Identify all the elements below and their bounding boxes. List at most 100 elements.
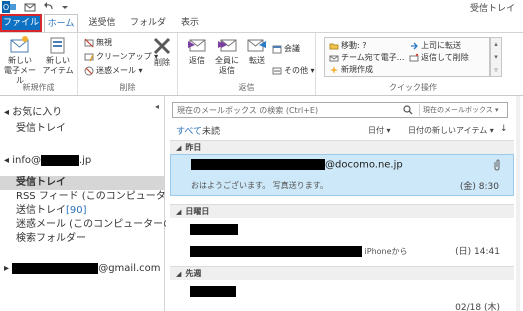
junk-icon (84, 66, 94, 75)
folder-move-icon (329, 43, 339, 49)
forward-to-manager-icon (411, 42, 418, 49)
forward-button[interactable]: 転送 (244, 35, 270, 66)
message-sender-domain: @docomo.ne.jp (325, 159, 403, 171)
sort-order-dropdown[interactable]: 日付の新しいアイテム ▾ (408, 125, 494, 136)
expand-triangle-icon: ▸ (4, 263, 13, 274)
collapse-triangle-icon: ◢ (176, 144, 182, 152)
message-list-pane: 現在のメールボックス ▾ すべて 未読 日付 ▾ 日付の新しいアイテム ▾ ↓ … (166, 96, 520, 311)
undo-icon[interactable] (43, 1, 55, 13)
new-email-button[interactable]: 新しい 電子メール (2, 35, 38, 86)
reply-icon (188, 39, 206, 52)
tab-folder[interactable]: フォルダー (126, 14, 170, 46)
filter-bar: すべて 未読 日付 ▾ 日付の新しいアイテム ▾ ↓ (172, 124, 512, 138)
delete-button[interactable]: 削除 (148, 35, 176, 68)
expand-triangle-icon: ◂ (4, 107, 13, 118)
folder-outbox-count: [90] (66, 205, 87, 216)
ribbon: 新しい 電子メール 新しい アイテム 新規作成 無視 クリーンアップ ▾ 迷惑メ… (0, 32, 523, 96)
folder-pane: ◂ ◂ お気に入り 受信トレイ ◂ info@ .jp 受信トレイ RSS フィー… (0, 96, 200, 311)
folder-junk[interactable]: 迷惑メール (このコンピューターのみ) (16, 218, 187, 232)
quick-steps-gallery: 移動: ? チーム宛て電子... 新規作成 上司に転送 返信して削除 ▴ ▾ ▿ (324, 37, 502, 77)
junk-button[interactable]: 迷惑メール ▾ (84, 65, 143, 77)
new-items-button[interactable]: 新しい アイテム (40, 35, 76, 76)
group-label-respond: 返信 (238, 83, 255, 92)
search-icon[interactable] (403, 105, 413, 118)
forward-label: 転送 (249, 56, 265, 65)
junk-dropdown-icon: ▾ (136, 66, 143, 75)
outlook-logo-icon: O (2, 1, 16, 13)
folder-outbox-label: 送信トレイ (16, 205, 66, 216)
favorites-inbox[interactable]: 受信トレイ (16, 122, 66, 136)
message-list-scrollbar[interactable] (516, 96, 520, 311)
message-date: 02/18 (木) (455, 303, 500, 311)
send-receive-all-icon[interactable] (24, 1, 36, 13)
quick-step-to-manager[interactable]: 上司に転送 (409, 40, 461, 52)
quick-access-dropdown-icon[interactable] (60, 1, 70, 13)
tab-view[interactable]: 表示 (174, 14, 206, 32)
cleanup-icon (84, 53, 94, 61)
account-info-prefix: info@ (12, 155, 41, 166)
chevron-down-icon: ▾ (384, 126, 391, 135)
collapse-pane-icon[interactable]: ◂ (155, 102, 159, 111)
quick-step-new-label: 新規作成 (341, 65, 373, 74)
message-item[interactable]: iPhoneから (日) 14:41 (170, 218, 514, 262)
tab-send-receive[interactable]: 送受信 (82, 14, 122, 32)
group-label-delete: 削除 (119, 83, 136, 92)
quick-step-reply-delete-label: 返信して削除 (421, 53, 469, 62)
more-respond-dropdown-icon: ▾ (308, 66, 315, 75)
title-bar: O 受信トレイ (0, 0, 523, 14)
group-lastweek-label: 先週 (185, 269, 202, 278)
folder-outbox[interactable]: 送信トレイ[90] (16, 204, 87, 218)
ignore-button[interactable]: 無視 (84, 37, 112, 49)
favorites-label: お気に入り (12, 107, 63, 118)
filter-all-tab[interactable]: すべて (176, 124, 202, 137)
quick-step-create-new[interactable]: 新規作成 (329, 64, 373, 76)
group-header-yesterday[interactable]: ◢ 昨日 (170, 140, 514, 154)
reply-all-button[interactable]: 全員に 返信 (212, 35, 242, 76)
account-gmail-suffix: @gmail.com (98, 263, 161, 274)
message-item[interactable]: 02/18 (木) (170, 280, 514, 311)
message-preview-text: iPhoneから (364, 247, 408, 256)
new-email-icon (10, 36, 29, 53)
meeting-label: 会議 (284, 44, 300, 53)
expand-triangle-icon: ◂ (4, 155, 13, 166)
redacted-text (190, 286, 236, 297)
folder-inbox[interactable]: 受信トレイ (0, 176, 164, 190)
message-preview: おはようございます。 写真送ります。 (191, 181, 328, 190)
account-info-header[interactable]: ◂ info@ .jp (4, 154, 91, 168)
filter-unread-tab[interactable]: 未読 (202, 124, 220, 137)
group-label-quick-steps: クイック操作 (389, 83, 437, 92)
reply-delete-icon (409, 53, 419, 61)
sort-by-dropdown[interactable]: 日付 ▾ (368, 125, 391, 136)
quick-step-move[interactable]: 移動: ? (329, 40, 366, 52)
reply-button[interactable]: 返信 (184, 35, 210, 66)
ribbon-group-respond: 返信 全員に 返信 転送 会議 その他 ▾ 返信 (178, 33, 316, 95)
search-input[interactable] (173, 103, 401, 117)
sort-direction-icon[interactable]: ↓ (500, 124, 508, 134)
favorites-header[interactable]: ◂ お気に入り (4, 106, 62, 120)
message-sender (190, 286, 236, 298)
account-gmail-header[interactable]: ▸ @gmail.com (4, 262, 161, 276)
quick-step-team-email[interactable]: チーム宛て電子... (329, 52, 404, 64)
message-item[interactable]: @docomo.ne.jp おはようございます。 写真送ります。 (金) 8:3… (170, 154, 514, 196)
reply-all-icon (218, 39, 237, 52)
group-header-sunday[interactable]: ◢ 日曜日 (170, 204, 514, 218)
chevron-down-icon: ▾ (492, 106, 499, 114)
reply-label: 返信 (189, 56, 205, 65)
quick-step-reply-delete[interactable]: 返信して削除 (409, 52, 469, 64)
attachment-icon (493, 159, 501, 174)
quick-steps-scroll[interactable]: ▴ ▾ ▿ (490, 37, 502, 77)
meeting-button[interactable]: 会議 (272, 43, 300, 55)
more-respond-button[interactable]: その他 ▾ (272, 65, 315, 77)
tab-file[interactable]: ファイル (0, 14, 42, 32)
chevron-down-icon: ▾ (487, 126, 494, 135)
folder-search[interactable]: 検索フォルダー (16, 232, 86, 246)
tab-home[interactable]: ホーム (44, 14, 78, 32)
ribbon-group-delete: 無視 クリーンアップ ▾ 迷惑メール ▾ 削除 削除 (78, 33, 178, 95)
redacted-text (40, 154, 79, 166)
collapse-triangle-icon: ◢ (176, 208, 182, 216)
account-info-suffix: .jp (78, 155, 92, 166)
search-scope-dropdown[interactable]: 現在のメールボックス ▾ (419, 104, 507, 116)
new-items-icon (50, 37, 65, 54)
quick-step-team-label: チーム宛て電子... (341, 53, 405, 62)
group-header-last-week[interactable]: ◢ 先週 (170, 266, 514, 280)
